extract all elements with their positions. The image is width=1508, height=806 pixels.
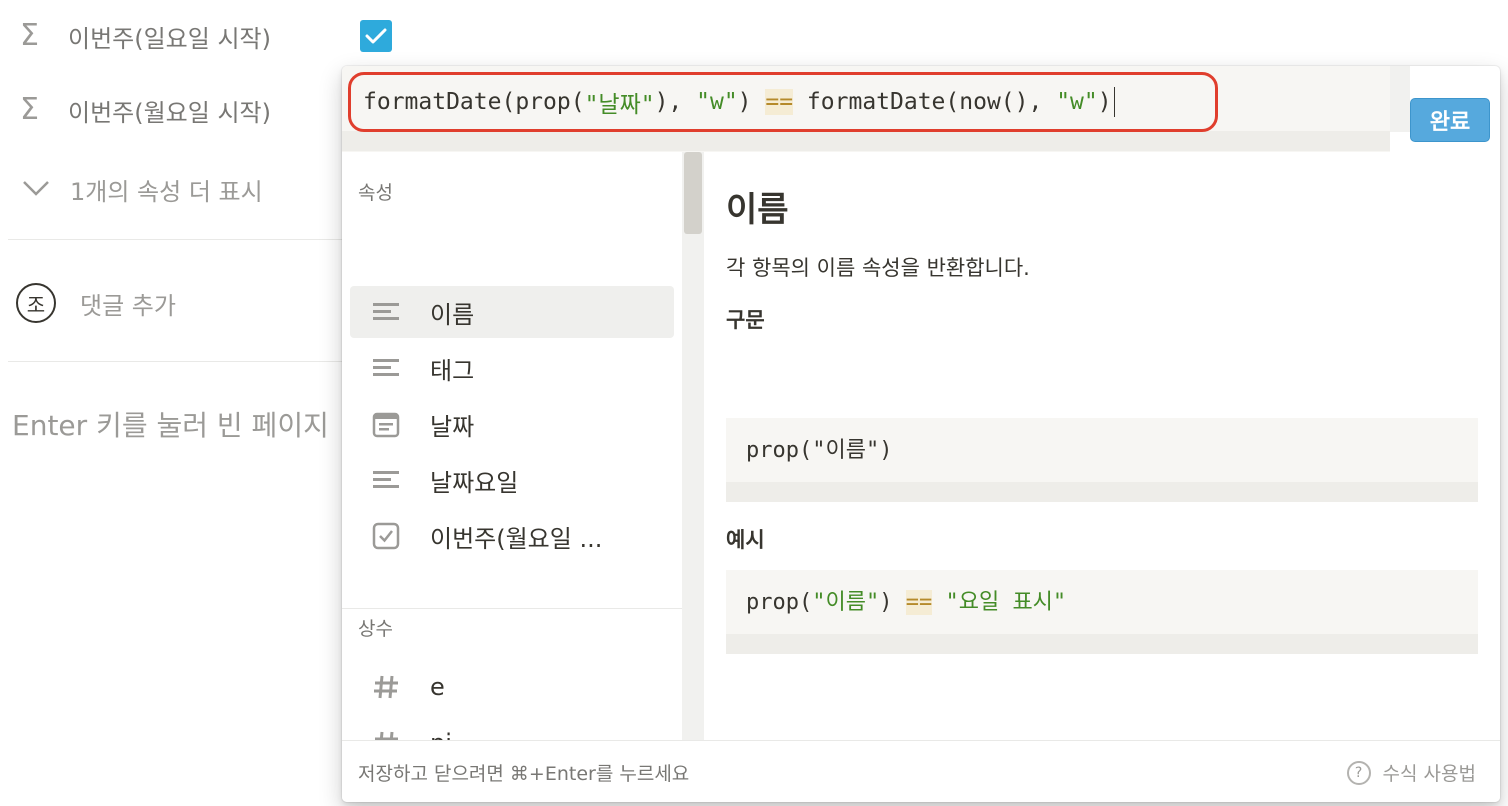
- property-item-0[interactable]: 이름: [350, 286, 674, 338]
- property-row-sunday-week[interactable]: Σ 이번주(일요일 시작): [20, 18, 271, 54]
- constant-item-1[interactable]: pi: [350, 717, 674, 740]
- question-circle-icon: ?: [1346, 760, 1371, 785]
- example-heading: 예시: [726, 528, 765, 552]
- divider: [8, 361, 348, 362]
- chevron-down-icon[interactable]: [20, 172, 52, 204]
- list-scrollbar[interactable]: [682, 152, 704, 740]
- code-token: ),: [654, 89, 697, 115]
- list-item-label: pi: [430, 729, 452, 740]
- code-token: ==: [765, 89, 794, 115]
- code-token: prop("이름"): [746, 438, 893, 463]
- constant-item-0[interactable]: e: [350, 661, 674, 713]
- code-token: formatDate(now(),: [793, 89, 1057, 115]
- section-title-constants: 상수: [358, 618, 393, 640]
- code-token: ): [1097, 89, 1112, 115]
- list-item-label: 태그: [430, 356, 475, 385]
- formula-input[interactable]: formatDate(prop("날짜"), "w") == formatDat…: [348, 72, 1218, 132]
- code-token: ==: [905, 590, 933, 615]
- formula-help-link[interactable]: ? 수식 사용법: [1346, 759, 1476, 786]
- syntax-code: prop("이름"): [746, 432, 892, 464]
- done-button[interactable]: 완료: [1410, 98, 1490, 142]
- property-row-monday-week[interactable]: Σ 이번주(월요일 시작): [20, 92, 271, 128]
- divider: [8, 239, 348, 240]
- function-list: 속성 이름태그날짜날짜요일이번주(월요일 ... 상수 epitrue: [342, 152, 682, 740]
- code-scrollbar-track: [726, 634, 1478, 654]
- property-label: 이번주(일요일 시작): [68, 24, 271, 53]
- sigma-icon: Σ: [20, 18, 39, 53]
- text-lines-icon: [372, 298, 400, 326]
- hash-icon: [372, 673, 400, 701]
- property-item-4[interactable]: 이번주(월요일 ...: [350, 510, 674, 562]
- code-scrollbar-track: [726, 482, 1478, 502]
- property-item-2[interactable]: 날짜: [350, 398, 674, 450]
- property-item-3[interactable]: 날짜요일: [350, 454, 674, 506]
- text-lines-icon: [372, 354, 400, 382]
- doc-title: 이름: [726, 190, 789, 230]
- editor-vertical-scrollbar[interactable]: [1390, 66, 1410, 132]
- list-item-label: 이름: [430, 300, 475, 329]
- list-item-label: 날짜: [430, 412, 475, 441]
- syntax-code-block: prop("이름"): [726, 418, 1478, 502]
- code-token: "날짜": [584, 92, 655, 118]
- syntax-heading: 구문: [726, 308, 765, 332]
- avatar: 조: [16, 283, 56, 323]
- code-token: "이름": [812, 590, 880, 615]
- text-lines-icon: [372, 466, 400, 494]
- checkmark-icon: [365, 28, 387, 44]
- code-token: "w": [1056, 89, 1098, 115]
- sigma-icon: Σ: [20, 92, 39, 127]
- doc-description: 각 항목의 이름 속성을 반환합니다.: [726, 256, 1030, 280]
- list-item-label: 이번주(월요일 ...: [430, 524, 603, 553]
- divider: [342, 608, 682, 609]
- empty-page-hint: Enter 키를 눌러 빈 페이지: [12, 409, 329, 442]
- code-token: "요일 표시": [945, 590, 1067, 615]
- save-shortcut-hint: 저장하고 닫으려면 ⌘+Enter를 누르세요: [358, 763, 690, 785]
- checked-checkbox[interactable]: [360, 20, 392, 52]
- help-label: 수식 사용법: [1382, 763, 1476, 785]
- property-label: 이번주(월요일 시작): [68, 98, 271, 127]
- code-token: prop(: [746, 590, 813, 615]
- code-token: ): [737, 89, 766, 115]
- scrollbar-thumb[interactable]: [684, 152, 702, 234]
- example-code-block: prop("이름") == "요일 표시": [726, 570, 1478, 654]
- code-token: formatDate(prop(: [363, 89, 585, 115]
- text-caret: [1113, 87, 1115, 117]
- section-title-properties: 속성: [358, 182, 393, 204]
- code-token: ): [879, 590, 906, 615]
- checkbox-icon: [372, 522, 400, 550]
- property-item-1[interactable]: 태그: [350, 342, 674, 394]
- example-code: prop("이름") == "요일 표시": [746, 584, 1066, 616]
- formula-popup: formatDate(prop("날짜"), "w") == formatDat…: [342, 66, 1500, 802]
- show-more-properties[interactable]: 1개의 속성 더 표시: [70, 172, 263, 207]
- popup-footer: 저장하고 닫으려면 ⌘+Enter를 누르세요 ? 수식 사용법: [342, 740, 1500, 802]
- hash-icon: [372, 729, 400, 740]
- calendar-icon: [372, 410, 400, 438]
- add-comment-input[interactable]: 댓글 추가: [80, 286, 176, 321]
- editor-scrollbar-track: [342, 131, 1390, 151]
- code-token: "w": [696, 89, 738, 115]
- list-item-label: 날짜요일: [430, 468, 519, 497]
- documentation-pane: 이름 각 항목의 이름 속성을 반환합니다. 구문 prop("이름") 예시 …: [704, 152, 1500, 740]
- list-item-label: e: [430, 673, 445, 701]
